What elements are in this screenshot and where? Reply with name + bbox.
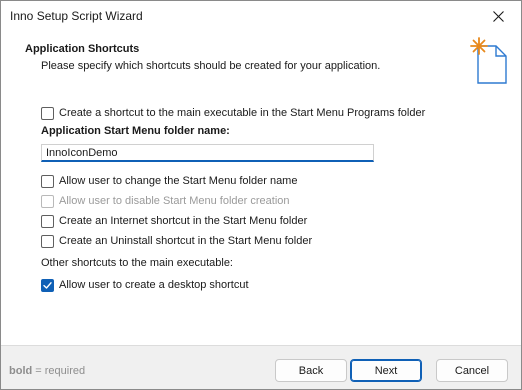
checkbox-label: Create a shortcut to the main executable… [59, 107, 426, 119]
page-content: Create a shortcut to the main executable… [1, 87, 521, 345]
checkbox-label: Create an Uninstall shortcut in the Star… [59, 235, 313, 247]
allow-change-folder-checkbox[interactable]: Allow user to change the Start Menu fold… [41, 173, 297, 189]
cancel-button[interactable]: Cancel [436, 359, 508, 382]
checkmark-icon [43, 281, 52, 289]
checkbox-label: Allow user to create a desktop shortcut [59, 279, 249, 291]
desktop-shortcut-checkbox[interactable]: Allow user to create a desktop shortcut [41, 277, 249, 293]
checkbox-label: Allow user to disable Start Menu folder … [59, 195, 290, 207]
create-start-menu-checkbox[interactable]: Create a shortcut to the main executable… [41, 105, 425, 121]
required-hint-text: = required [32, 365, 86, 377]
uninstall-shortcut-checkbox[interactable]: Create an Uninstall shortcut in the Star… [41, 233, 312, 249]
required-hint: bold = required [9, 365, 85, 377]
checkbox-box [41, 194, 54, 208]
checkbox-box[interactable] [41, 214, 54, 228]
page-header: Application Shortcuts Please specify whi… [1, 32, 521, 87]
checkbox-box[interactable] [41, 174, 54, 188]
checkbox-label: Allow user to change the Start Menu fold… [59, 175, 298, 187]
other-shortcuts-label: Other shortcuts to the main executable: [41, 257, 233, 269]
title-bar: Inno Setup Script Wizard [1, 1, 521, 32]
close-button[interactable] [475, 1, 521, 32]
back-button[interactable]: Back [275, 359, 347, 382]
checkbox-label: Create an Internet shortcut in the Start… [59, 215, 308, 227]
footer-bar: bold = required Back Next Cancel [1, 345, 521, 389]
page-title: Application Shortcuts [25, 43, 140, 55]
folder-name-label: Application Start Menu folder name: [41, 125, 230, 137]
page-subtitle: Please specify which shortcuts should be… [41, 60, 381, 72]
wizard-window: Inno Setup Script Wizard Application Sho… [0, 0, 522, 390]
required-hint-bold: bold [9, 365, 33, 377]
internet-shortcut-checkbox[interactable]: Create an Internet shortcut in the Start… [41, 213, 307, 229]
checkbox-box[interactable] [41, 234, 54, 248]
close-icon [492, 11, 504, 22]
checkbox-box[interactable] [41, 106, 54, 120]
allow-disable-folder-checkbox: Allow user to disable Start Menu folder … [41, 193, 290, 209]
next-button[interactable]: Next [350, 359, 422, 382]
folder-name-input[interactable] [41, 144, 374, 162]
checkbox-box[interactable] [41, 278, 54, 292]
wizard-page-icon [470, 37, 507, 84]
window-title: Inno Setup Script Wizard [10, 9, 143, 23]
